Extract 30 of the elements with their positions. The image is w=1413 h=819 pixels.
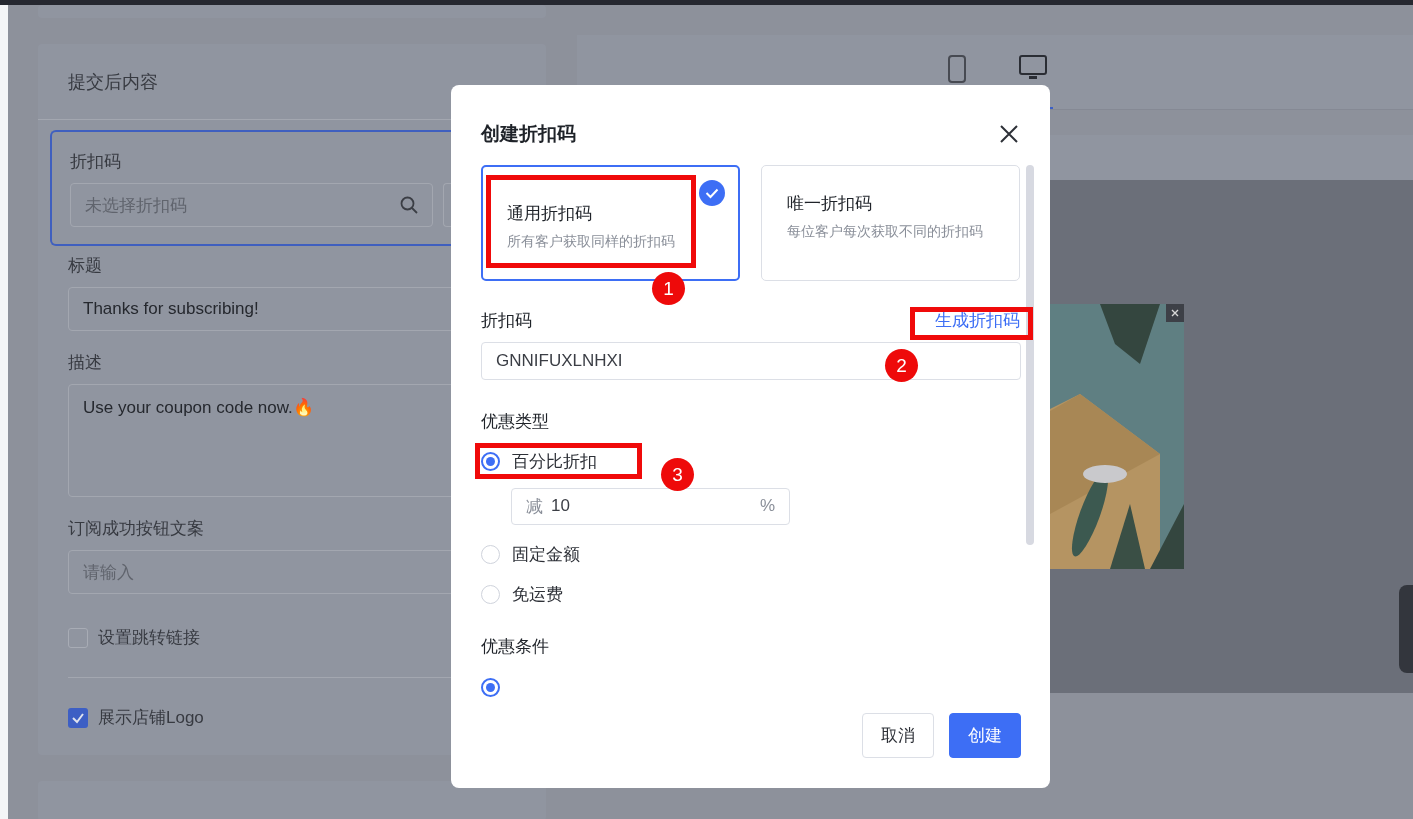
option-title: 唯一折扣码 [787, 193, 873, 215]
check-icon [698, 179, 726, 207]
step-badge: 2 [885, 349, 918, 382]
field-label: 标题 [68, 255, 103, 277]
create-button[interactable]: 创建 [949, 713, 1021, 758]
option-card[interactable]: 唯一折扣码 每位客户每次获取不同的折扣码 [761, 165, 1020, 281]
scrollbar[interactable] [1026, 165, 1034, 545]
search-icon[interactable] [400, 196, 418, 214]
field-label: 订阅成功按钮文案 [68, 518, 205, 540]
close-icon[interactable] [1166, 304, 1184, 322]
step-badge: 3 [661, 458, 694, 491]
checkbox[interactable] [68, 627, 88, 648]
field-label: 折扣码 [70, 151, 122, 173]
checkbox[interactable] [68, 707, 88, 728]
step-badge: 1 [652, 272, 685, 305]
radio-button[interactable] [481, 452, 500, 471]
field-label: 优惠类型 [481, 410, 550, 433]
option-description: 每位客户每次获取不同的折扣码 [787, 222, 984, 241]
generate-link[interactable]: 生成折扣码 [935, 309, 1020, 332]
field-label: 折扣码 [481, 310, 532, 332]
option-card[interactable]: 通用折扣码 所有客户获取同样的折扣码 [481, 165, 740, 281]
checkbox-label: 展示店铺Logo [98, 707, 204, 729]
cancel-button[interactable]: 取消 [862, 713, 934, 758]
radio-button[interactable] [481, 678, 500, 697]
phone-icon[interactable] [948, 55, 966, 83]
field-label: 优惠条件 [481, 636, 550, 658]
checkbox-label: 设置跳转链接 [98, 627, 200, 649]
close-icon[interactable] [1000, 125, 1018, 143]
monitor-icon[interactable] [1019, 55, 1047, 81]
amount-field[interactable]: 减 10 % [511, 487, 790, 525]
